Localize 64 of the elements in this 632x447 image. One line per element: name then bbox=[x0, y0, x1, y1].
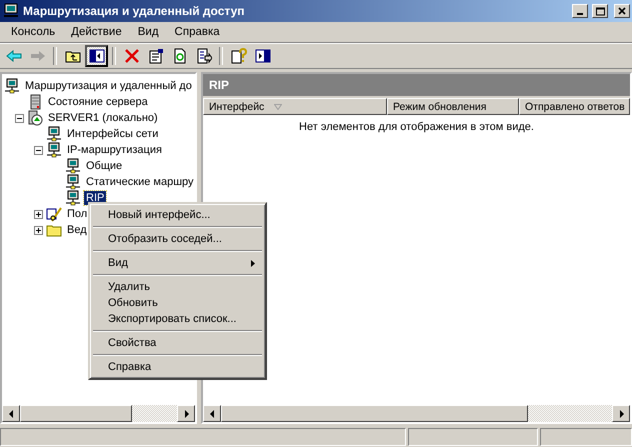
computer-icon bbox=[65, 190, 81, 206]
refresh-icon bbox=[172, 48, 188, 64]
delete-icon bbox=[124, 48, 140, 64]
action-pane-icon bbox=[254, 49, 270, 63]
tree-item[interactable]: Пол bbox=[65, 207, 90, 221]
menu-item[interactable]: Удалить bbox=[92, 279, 263, 295]
scroll-left-icon bbox=[8, 410, 14, 418]
menu-item[interactable]: Новый интерфейс... bbox=[92, 207, 263, 223]
scroll-left-icon bbox=[210, 410, 214, 418]
maximize-button[interactable] bbox=[592, 4, 608, 18]
collapse-icon[interactable] bbox=[14, 114, 24, 122]
scroll-right-icon bbox=[618, 410, 624, 418]
tree-item[interactable]: Общие bbox=[84, 159, 124, 173]
expand-icon[interactable] bbox=[34, 226, 42, 234]
forward-arrow-icon bbox=[30, 50, 46, 62]
menu-item[interactable]: Обновить bbox=[92, 295, 263, 311]
folder-up-icon bbox=[64, 49, 80, 63]
collapse-icon[interactable] bbox=[34, 146, 42, 154]
toolbar-button[interactable] bbox=[85, 45, 108, 67]
menu-item[interactable]: Действие bbox=[63, 26, 130, 38]
menu-item[interactable]: Экспортировать список... bbox=[92, 311, 263, 327]
submenu-arrow-icon bbox=[251, 260, 255, 266]
scroll-right-icon bbox=[184, 410, 188, 418]
close-button[interactable] bbox=[614, 4, 630, 18]
horizontal-scrollbar[interactable] bbox=[2, 405, 195, 422]
expand-icon[interactable] bbox=[34, 210, 42, 218]
sort-icon bbox=[274, 104, 282, 110]
horizontal-scrollbar[interactable] bbox=[203, 405, 630, 422]
tree-item[interactable]: Маршрутизация и удаленный до bbox=[23, 79, 194, 93]
computer-icon bbox=[65, 158, 81, 174]
computer-icon bbox=[4, 78, 20, 94]
tree-pane-icon bbox=[88, 49, 104, 63]
column-header[interactable]: Интерфейс bbox=[203, 98, 387, 115]
menu-item[interactable]: Вид bbox=[130, 26, 167, 38]
close-icon bbox=[618, 7, 626, 15]
menu-item[interactable]: Справка bbox=[166, 26, 228, 38]
policy-icon bbox=[46, 206, 62, 222]
properties-icon bbox=[148, 48, 164, 64]
tree-item[interactable]: Вед bbox=[65, 223, 89, 237]
tree-item[interactable]: Состояние сервера bbox=[46, 95, 150, 109]
column-header[interactable]: Режим обновления bbox=[387, 98, 519, 115]
tree-item[interactable]: Интерфейсы сети bbox=[65, 127, 160, 141]
server-status-icon bbox=[27, 110, 43, 126]
computer-icon bbox=[46, 142, 62, 158]
menu-item[interactable]: Справка bbox=[92, 359, 263, 375]
minimize-button[interactable] bbox=[572, 4, 588, 18]
tree-item[interactable]: Статические маршру bbox=[84, 175, 195, 189]
menu-item[interactable]: Отобразить соседей... bbox=[92, 231, 263, 247]
tree-item[interactable]: SERVER1 (локально) bbox=[46, 111, 160, 125]
pane-title: RIP bbox=[203, 74, 630, 98]
maximize-icon bbox=[596, 6, 604, 16]
computer-icon bbox=[46, 126, 62, 142]
menu-item[interactable]: Консоль bbox=[3, 26, 64, 38]
export-list-icon bbox=[196, 48, 212, 64]
column-header[interactable]: Отправлено ответов bbox=[519, 98, 630, 115]
app-icon bbox=[3, 3, 19, 19]
menu-item[interactable]: Свойства bbox=[92, 335, 263, 351]
help-icon bbox=[230, 48, 246, 64]
menu-item[interactable]: Вид bbox=[92, 255, 263, 271]
computer-icon bbox=[65, 174, 81, 190]
window-title: Маршрутизация и удаленный доступ bbox=[23, 4, 246, 18]
back-arrow-icon bbox=[6, 50, 22, 62]
empty-message: Нет элементов для отображения в этом виде. bbox=[299, 121, 534, 133]
tree-item[interactable]: IP-маршрутизация bbox=[65, 143, 164, 157]
